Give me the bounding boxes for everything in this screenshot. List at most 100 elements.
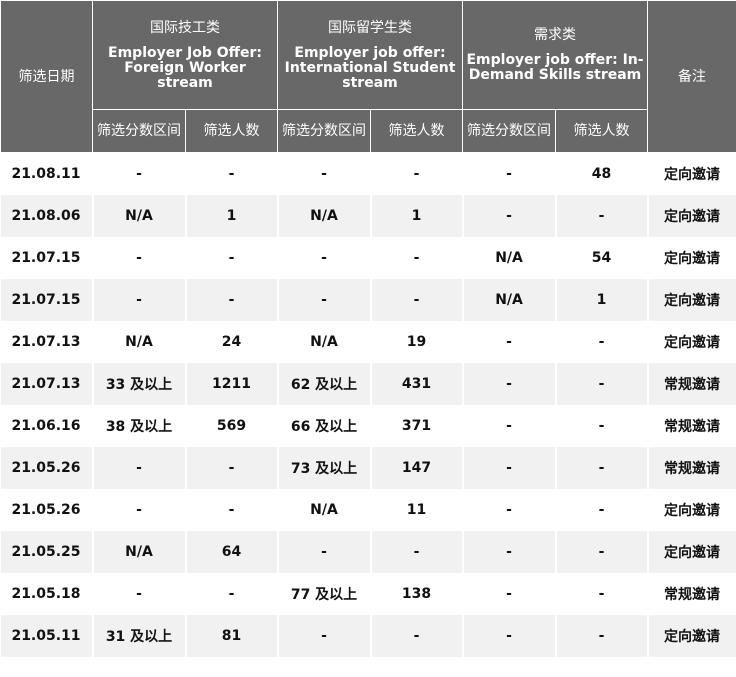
table-body: 21.08.11- - - - -48 定向邀请 21.08.06 N/A 1 N/A 1- - 定向邀…	[0, 152, 736, 657]
cell-ids-score: -	[462, 489, 557, 531]
group-cn-label: 国际技工类	[150, 19, 220, 36]
cell-is-count: 147	[370, 447, 464, 489]
table-row: 21.05.11 31 及以上 81- - - - 定向邀请	[0, 615, 736, 657]
cell-is-count: -	[370, 615, 464, 657]
cell-is-score: 77 及以上	[277, 573, 372, 615]
cell-is-score: -	[277, 152, 372, 195]
cell-note: 常规邀请	[647, 447, 736, 489]
cell-fw-score: N/A	[92, 321, 187, 363]
group-cn-label: 国际留学生类	[328, 19, 413, 36]
cell-fw-count: -	[185, 489, 279, 531]
cell-note: 定向邀请	[647, 237, 736, 279]
cell-ids-score: -	[462, 405, 557, 447]
cell-date: 21.05.26	[0, 447, 94, 489]
cell-fw-count: 1211	[185, 363, 279, 405]
cell-fw-count: -	[185, 573, 279, 615]
cell-note: 常规邀请	[647, 363, 736, 405]
table-row: 21.07.13 N/A 24 N/A 19- - 定向邀请	[0, 321, 736, 363]
cell-ids-count: -	[555, 573, 649, 615]
header-count: 筛选人数	[184, 109, 279, 153]
table-row: 21.08.11- - - - -48 定向邀请	[0, 152, 736, 195]
cell-ids-count: -	[555, 615, 649, 657]
cell-note: 定向邀请	[647, 152, 736, 195]
cell-date: 21.08.11	[0, 152, 94, 195]
cell-ids-score: -	[462, 152, 557, 195]
header-count: 筛选人数	[555, 109, 649, 153]
cell-date: 21.06.16	[0, 405, 94, 447]
table-header: 筛选日期 国际技工类 Employer Job Offer: Foreign W…	[0, 0, 736, 153]
cell-date: 21.07.13	[0, 321, 94, 363]
cell-is-count: 431	[370, 363, 464, 405]
cell-ids-count: -	[555, 405, 649, 447]
group-en-label: Employer Job Offer: Foreign Worker strea…	[108, 44, 262, 91]
cell-date: 21.08.06	[0, 195, 94, 237]
cell-is-count: 11	[370, 489, 464, 531]
header-group-foreign-worker: 国际技工类 Employer Job Offer: Foreign Worker…	[91, 0, 279, 110]
cell-fw-score: -	[92, 573, 187, 615]
cell-ids-count: -	[555, 321, 649, 363]
cell-fw-count: -	[185, 447, 279, 489]
cell-is-score: 73 及以上	[277, 447, 372, 489]
cell-ids-score: -	[462, 363, 557, 405]
cell-is-score: -	[277, 615, 372, 657]
cell-ids-count: -	[555, 447, 649, 489]
cell-date: 21.05.26	[0, 489, 94, 531]
cell-is-count: 19	[370, 321, 464, 363]
cell-note: 常规邀请	[647, 405, 736, 447]
cell-fw-score: N/A	[92, 531, 187, 573]
table-row: 21.05.26- - N/A 11- - 定向邀请	[0, 489, 736, 531]
cell-is-count: 1	[370, 195, 464, 237]
cell-fw-count: 81	[185, 615, 279, 657]
cell-ids-score: -	[462, 447, 557, 489]
cell-fw-score: -	[92, 279, 187, 321]
cell-ids-score: N/A	[462, 279, 557, 321]
cell-fw-count: 569	[185, 405, 279, 447]
cell-fw-count: 64	[185, 531, 279, 573]
cell-note: 定向邀请	[647, 489, 736, 531]
cell-note: 定向邀请	[647, 195, 736, 237]
cell-is-score: 66 及以上	[277, 405, 372, 447]
cell-date: 21.07.13	[0, 363, 94, 405]
cell-fw-score: -	[92, 152, 187, 195]
cell-note: 定向邀请	[647, 615, 736, 657]
group-en-label: Employer job offer: In-Demand Skills str…	[466, 52, 644, 83]
header-group-in-demand: 需求类 Employer job offer: In-Demand Skills…	[462, 0, 649, 110]
cell-ids-score: -	[462, 321, 557, 363]
cell-date: 21.05.25	[0, 531, 94, 573]
cell-ids-score: -	[462, 531, 557, 573]
cell-fw-count: -	[185, 279, 279, 321]
cell-ids-count: -	[555, 363, 649, 405]
group-cn-label: 需求类	[534, 27, 577, 43]
cell-is-score: -	[277, 531, 372, 573]
header-score-range: 筛选分数区间	[92, 109, 186, 153]
cell-date: 21.07.15	[0, 237, 94, 279]
table-row: 21.08.06 N/A 1 N/A 1- - 定向邀请	[0, 195, 736, 237]
cell-ids-count: 1	[555, 279, 649, 321]
cell-fw-count: -	[185, 237, 279, 279]
cell-fw-count: 1	[185, 195, 279, 237]
cell-is-count: -	[370, 531, 464, 573]
table-row: 21.07.13 33 及以上 1211 62 及以上 431- - 常规邀请	[0, 363, 736, 405]
cell-note: 定向邀请	[647, 321, 736, 363]
cell-is-count: -	[370, 152, 464, 195]
cell-fw-count: 24	[185, 321, 279, 363]
cell-fw-score: 38 及以上	[92, 405, 187, 447]
cell-note: 定向邀请	[647, 279, 736, 321]
cell-is-score: N/A	[277, 195, 372, 237]
cell-is-score: 62 及以上	[277, 363, 372, 405]
cell-fw-score: 33 及以上	[92, 363, 187, 405]
header-count: 筛选人数	[370, 109, 464, 153]
header-score-range: 筛选分数区间	[277, 109, 372, 153]
cell-ids-score: -	[462, 615, 557, 657]
table-row: 21.07.15- - - - N/A 54 定向邀请	[0, 237, 736, 279]
cell-is-count: 138	[370, 573, 464, 615]
cell-fw-score: -	[92, 447, 187, 489]
cell-ids-count: -	[555, 489, 649, 531]
table-row: 21.05.25 N/A 64- - - - 定向邀请	[0, 531, 736, 573]
group-en-label: Employer job offer: International Studen…	[284, 44, 456, 91]
cell-is-score: N/A	[277, 321, 372, 363]
header-group-international-student: 国际留学生类 Employer job offer: International…	[277, 0, 464, 110]
table-row: 21.07.15- - - - N/A 1 定向邀请	[0, 279, 736, 321]
table-row: 21.05.26- -73 及以上 147- - 常规邀请	[0, 447, 736, 489]
cell-date: 21.05.18	[0, 573, 94, 615]
